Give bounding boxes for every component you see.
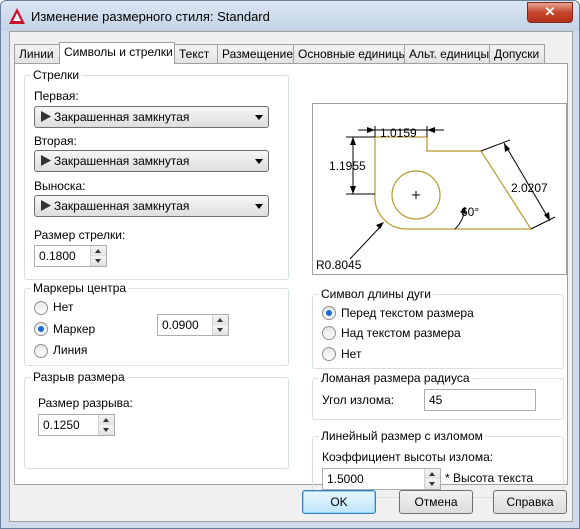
linear-jog-group: Линейный размер с изломом Коэффициент вы… — [312, 429, 564, 498]
preview-dim-left: 1.1955 — [329, 159, 366, 173]
arrow-size-label: Размер стрелки: — [34, 228, 126, 242]
jog-angle-label: Угол излома: — [322, 393, 395, 407]
arrow-size-value: 0.1800 — [39, 249, 76, 263]
radius-jog-group: Ломаная размера радиуса Угол излома: 45 — [312, 371, 564, 420]
center-mark-size-spinner[interactable]: 0.0900 — [157, 314, 229, 336]
arc-symbol-preceding-radio[interactable] — [322, 306, 336, 320]
center-marks-title: Маркеры центра — [31, 281, 129, 295]
preview-drawing: 1.0159 1.1955 2.0207 60° R0.8045 — [316, 126, 556, 272]
jog-angle-input[interactable]: 45 — [424, 389, 536, 411]
linear-jog-title: Линейный размер с изломом — [319, 429, 485, 443]
center-mark-none-radio[interactable] — [34, 301, 48, 315]
first-arrow-label: Первая: — [34, 89, 79, 103]
spin-down-icon[interactable] — [91, 256, 106, 266]
dialog-window: Изменение размерного стиля: Standard ✕ Л… — [0, 0, 580, 529]
autocad-logo-icon — [9, 8, 25, 24]
break-size-label: Размер разрыва: — [38, 396, 133, 410]
dimension-break-group: Разрыв размера Размер разрыва: 0.1250 — [24, 370, 289, 469]
leader-arrow-label: Выноска: — [34, 179, 86, 193]
first-arrow-select[interactable]: Закрашенная замкнутая — [34, 106, 269, 128]
center-mark-none-label: Нет — [53, 300, 74, 314]
break-size-spinner[interactable]: 0.1250 — [38, 414, 115, 436]
center-marks-group: Маркеры центра Нет Маркер Линия 0.0900 — [24, 281, 289, 366]
chevron-down-icon — [255, 115, 263, 120]
arc-symbol-above-label: Над текстом размера — [341, 326, 461, 340]
arc-symbol-none-label: Нет — [341, 347, 362, 361]
arc-symbol-above-radio[interactable] — [322, 326, 336, 340]
chevron-down-icon — [255, 204, 263, 209]
tab-fit[interactable]: Размещение — [217, 44, 294, 63]
preview-radius: R0.8045 — [316, 258, 362, 272]
close-button[interactable]: ✕ — [527, 2, 573, 23]
jog-height-factor-label: Коэффициент высоты излома: — [322, 450, 494, 464]
center-mark-line-radio[interactable] — [34, 344, 48, 358]
title-bar[interactable]: Изменение размерного стиля: Standard ✕ — [1, 1, 579, 31]
filled-arrow-icon — [41, 200, 51, 211]
filled-arrow-icon — [41, 155, 51, 166]
spinner-buttons — [90, 246, 106, 266]
arc-symbol-none-radio[interactable] — [322, 347, 336, 361]
tab-text[interactable]: Текст — [174, 44, 218, 63]
arc-length-title: Символ длины дуги — [319, 287, 433, 301]
chevron-down-icon — [255, 159, 263, 164]
center-mark-line-label: Линия — [53, 343, 88, 357]
cancel-button[interactable]: Отмена — [399, 490, 473, 514]
text-height-suffix: * Высота текста — [445, 471, 534, 485]
dimension-preview: 1.0159 1.1955 2.0207 60° R0.8045 — [312, 103, 567, 275]
tab-panel-symbols-arrows: Стрелки Первая: Закрашенная замкнутая Вт… — [14, 63, 568, 498]
radius-jog-title: Ломаная размера радиуса — [319, 371, 472, 385]
dialog-body: Линии Символы и стрелки Текст Размещение… — [9, 31, 573, 522]
preview-angle: 60° — [461, 205, 479, 219]
second-arrow-value: Закрашенная замкнутая — [54, 154, 190, 168]
spin-down-icon[interactable] — [99, 425, 114, 435]
preview-dim-right: 2.0207 — [511, 181, 548, 195]
tab-lines[interactable]: Линии — [14, 44, 60, 63]
dimension-break-title: Разрыв размера — [31, 370, 127, 384]
arrowheads-title: Стрелки — [31, 68, 82, 82]
arrowheads-group: Стрелки Первая: Закрашенная замкнутая Вт… — [24, 68, 289, 280]
leader-arrow-value: Закрашенная замкнутая — [54, 199, 190, 213]
center-mark-mark-radio[interactable] — [34, 322, 48, 336]
tab-symbols-arrows[interactable]: Символы и стрелки — [59, 42, 175, 64]
close-icon: ✕ — [544, 4, 556, 19]
leader-arrow-select[interactable]: Закрашенная замкнутая — [34, 195, 269, 217]
jog-angle-value: 45 — [429, 393, 443, 407]
spinner-buttons — [424, 469, 440, 489]
break-size-value: 0.1250 — [43, 418, 80, 432]
spinner-buttons — [212, 315, 228, 335]
arc-symbol-preceding-label: Перед текстом размера — [341, 306, 474, 320]
tab-alternate-units[interactable]: Альт. единицы — [404, 44, 490, 63]
second-arrow-select[interactable]: Закрашенная замкнутая — [34, 150, 269, 172]
spinner-buttons — [98, 415, 114, 435]
jog-height-factor-spinner[interactable]: 1.5000 — [322, 468, 441, 490]
center-mark-size-value: 0.0900 — [162, 318, 199, 332]
arrow-size-spinner[interactable]: 0.1800 — [34, 245, 107, 267]
filled-arrow-icon — [41, 111, 51, 122]
second-arrow-label: Вторая: — [34, 134, 77, 148]
center-mark-mark-label: Маркер — [53, 322, 96, 336]
first-arrow-value: Закрашенная замкнутая — [54, 110, 190, 124]
preview-dim-top: 1.0159 — [380, 126, 417, 140]
tab-primary-units[interactable]: Основные единицы — [293, 44, 407, 63]
ok-button[interactable]: OK — [302, 490, 376, 514]
spin-down-icon[interactable] — [213, 325, 228, 335]
window-title: Изменение размерного стиля: Standard — [31, 9, 270, 24]
tab-tolerances[interactable]: Допуски — [489, 44, 545, 63]
jog-height-factor-value: 1.5000 — [327, 472, 364, 486]
arc-length-symbol-group: Символ длины дуги Перед текстом размера … — [312, 287, 564, 369]
help-button[interactable]: Справка — [493, 490, 567, 514]
spin-down-icon[interactable] — [425, 479, 440, 489]
